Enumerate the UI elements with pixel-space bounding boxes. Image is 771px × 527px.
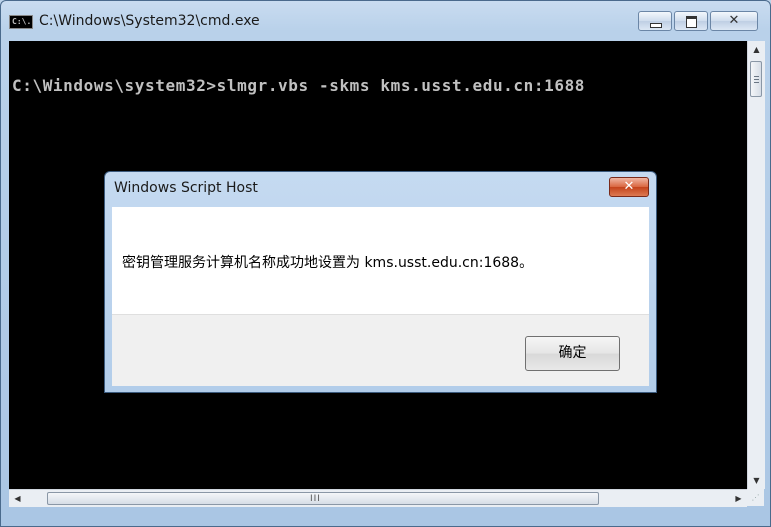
maximize-button[interactable] — [674, 11, 708, 31]
vertical-scrollbar[interactable]: ▲ ▼ — [747, 41, 765, 489]
scroll-right-icon[interactable]: ▶ — [730, 490, 747, 507]
close-button[interactable]: ✕ — [710, 11, 758, 31]
close-icon: ✕ — [623, 179, 635, 194]
scroll-down-icon[interactable]: ▼ — [748, 472, 765, 489]
scroll-up-icon[interactable]: ▲ — [748, 41, 765, 58]
maximize-icon — [686, 16, 697, 28]
scroll-left-icon[interactable]: ◀ — [9, 490, 26, 507]
resize-grip-icon[interactable]: ⋰ — [747, 489, 764, 506]
dialog-footer: 确定 — [112, 314, 649, 386]
window-title: C:\Windows\System32\cmd.exe — [39, 13, 260, 29]
minimize-icon — [650, 23, 662, 28]
close-icon: ✕ — [728, 13, 740, 28]
horizontal-scroll-thumb[interactable]: III — [47, 492, 599, 505]
console-command-line: C:\Windows\system32>slmgr.vbs -skms kms.… — [12, 76, 586, 95]
scroll-grip-icon: III — [310, 494, 321, 504]
vertical-scroll-thumb[interactable] — [750, 61, 762, 97]
dialog-body: 密钥管理服务计算机名称成功地设置为 kms.usst.edu.cn:1688。 … — [112, 207, 649, 386]
minimize-button[interactable] — [638, 11, 672, 31]
title-bar[interactable]: C:\. C:\Windows\System32\cmd.exe ✕ — [1, 1, 770, 41]
horizontal-scrollbar[interactable]: ◀ III ▶ — [9, 489, 747, 507]
dialog-close-button[interactable]: ✕ — [609, 177, 649, 197]
dialog-title: Windows Script Host — [114, 180, 258, 196]
dialog-message: 密钥管理服务计算机名称成功地设置为 kms.usst.edu.cn:1688。 — [122, 255, 534, 271]
cmd-app-icon[interactable]: C:\. — [9, 15, 33, 29]
script-host-dialog: Windows Script Host ✕ 密钥管理服务计算机名称成功地设置为 … — [104, 171, 657, 393]
ok-button[interactable]: 确定 — [525, 336, 620, 371]
